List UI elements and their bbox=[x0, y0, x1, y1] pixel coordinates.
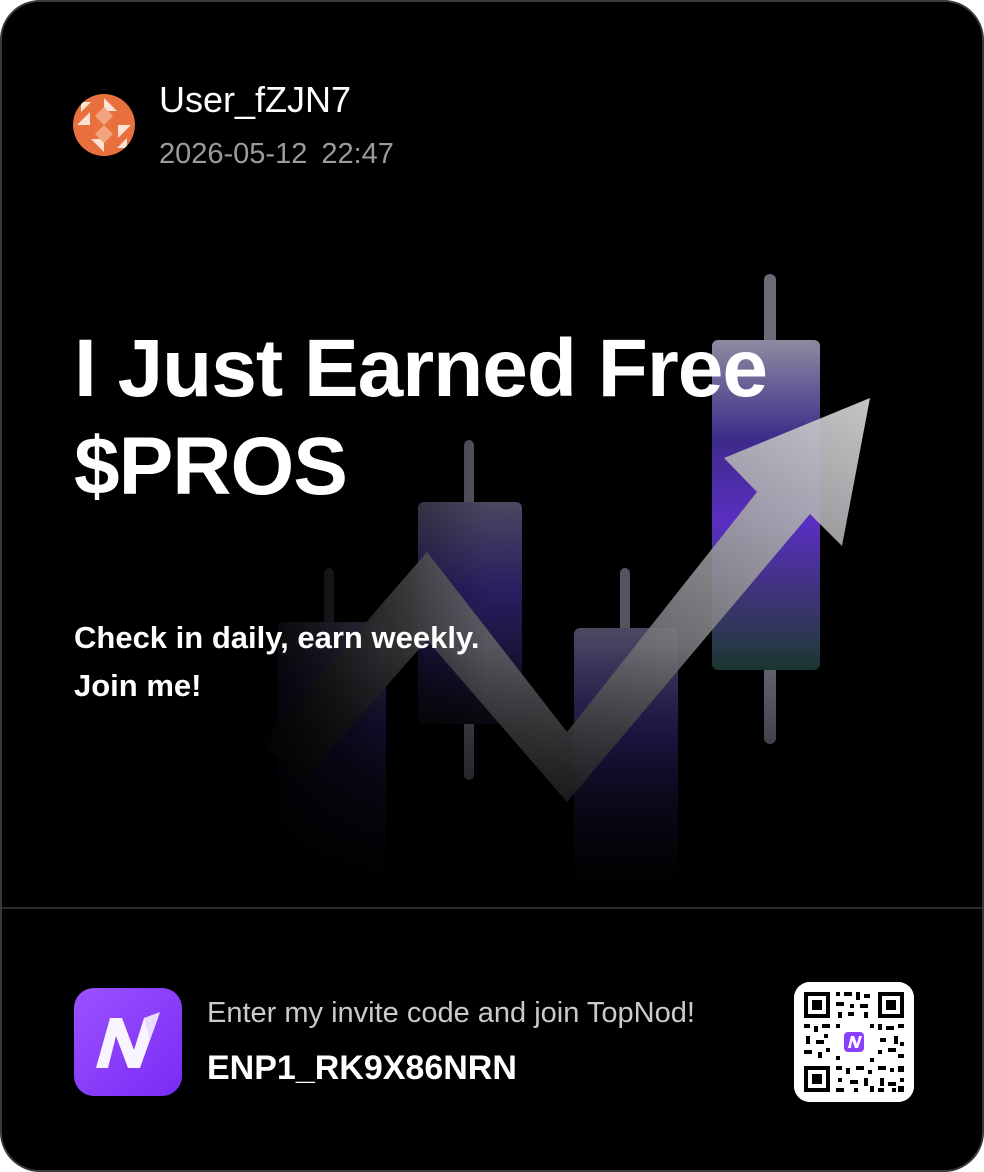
subtext-line-2: Join me! bbox=[74, 668, 202, 703]
headline: I Just Earned Free $PROS bbox=[74, 320, 894, 516]
qr-code[interactable] bbox=[794, 982, 914, 1102]
topnod-logo-icon bbox=[74, 988, 182, 1096]
post-time: 22:47 bbox=[321, 138, 394, 170]
post-date: 2026-05-12 bbox=[159, 138, 308, 170]
post-timestamp: 2026-05-12 22:47 bbox=[159, 136, 394, 172]
invite-code[interactable]: ENP1_RK9X86NRN bbox=[207, 1047, 517, 1089]
headline-line-1: I Just Earned Free bbox=[74, 323, 768, 414]
geometric-avatar-icon bbox=[73, 94, 135, 156]
divider bbox=[2, 907, 982, 909]
user-avatar bbox=[73, 94, 135, 156]
subtext-line-1: Check in daily, earn weekly. bbox=[74, 620, 480, 655]
share-card: User_fZJN7 2026-05-12 22:47 I Just Earne… bbox=[0, 0, 984, 1172]
headline-line-2: $PROS bbox=[74, 421, 348, 512]
qr-code-icon bbox=[794, 982, 914, 1102]
username: User_fZJN7 bbox=[159, 79, 352, 120]
invite-text: Enter my invite code and join TopNod! bbox=[207, 997, 695, 1029]
subtext: Check in daily, earn weekly. Join me! bbox=[74, 614, 479, 710]
